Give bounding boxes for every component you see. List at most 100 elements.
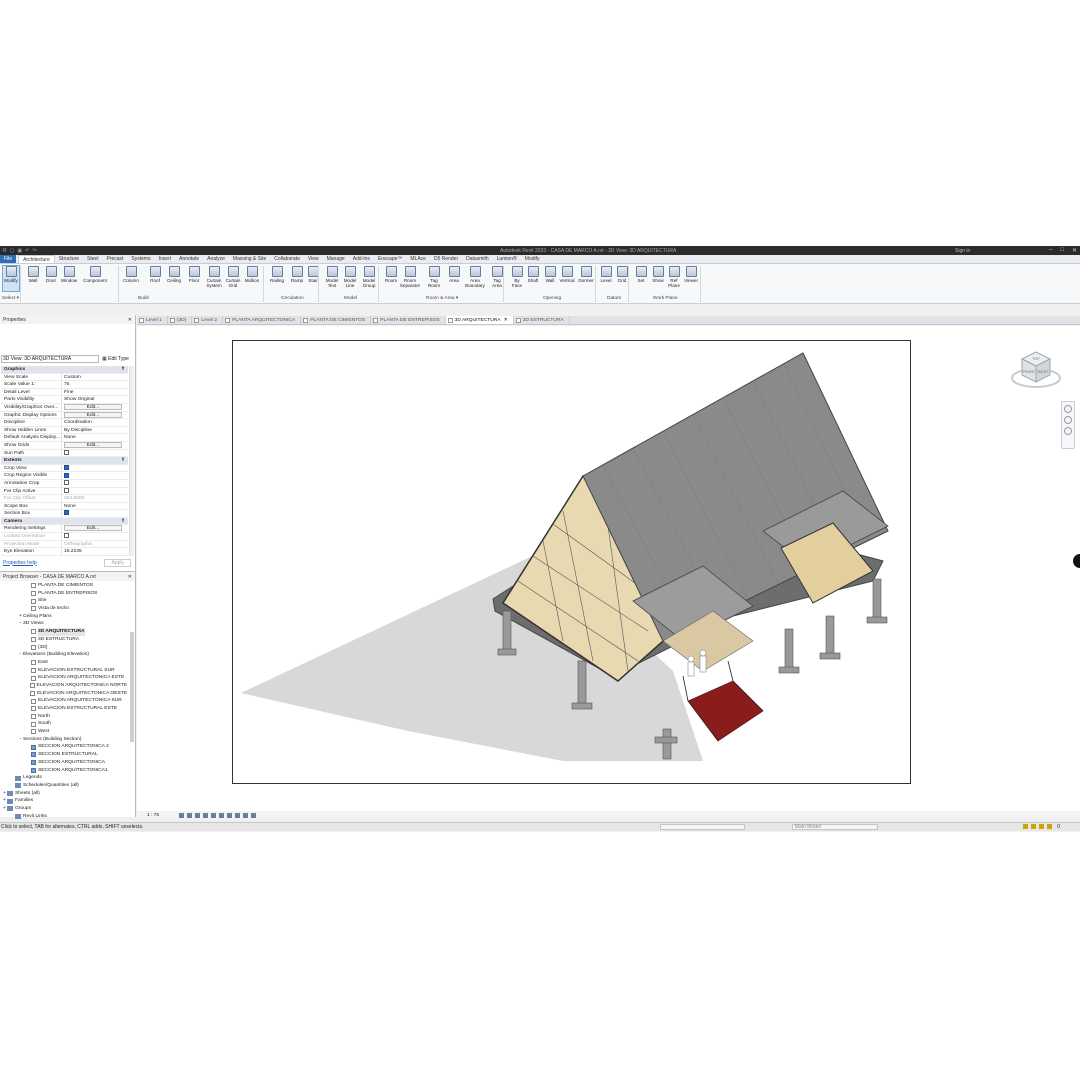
ribbon-button-ref-plane[interactable]: Ref Plane [665, 266, 683, 288]
edit-button[interactable]: Edit... [64, 403, 122, 410]
browser-scrollbar[interactable] [130, 632, 134, 742]
ribbon-group-label[interactable]: Build [138, 296, 149, 301]
type-selector[interactable]: 3D View: 3D ARQUITECTURA [1, 355, 99, 363]
browser-item[interactable]: SECCION ARQUITECTONICA 2 [2, 743, 127, 751]
ribbon-button-model-text[interactable]: Model Text [323, 266, 341, 288]
navigation-bar[interactable] [1061, 401, 1075, 449]
browser-item[interactable]: ELEVACION ARQUITECTONICA ESTE [2, 674, 127, 682]
property-value[interactable]: Fine [61, 388, 128, 396]
browser-item[interactable]: + Groups [2, 805, 127, 813]
property-value[interactable] [61, 510, 128, 517]
collapse-section-icon[interactable]: ⇑ [121, 457, 128, 464]
ribbon-button-room[interactable]: Room [382, 266, 400, 283]
select-underlay-icon[interactable] [1039, 824, 1044, 829]
sign-in-button[interactable]: Sign in [955, 248, 970, 254]
property-value[interactable]: Coordination [61, 419, 128, 426]
edit-type-button[interactable]: ▦ Edit Type [102, 355, 129, 363]
browser-item[interactable]: ELEVACION ARQUITECTONICA SUR [2, 697, 127, 705]
ribbon-tab-analyze[interactable]: Analyze [203, 255, 229, 263]
ribbon-button-ceiling[interactable]: Ceiling [165, 266, 183, 283]
ribbon-tab-lumion-[interactable]: Lumion® [493, 255, 521, 263]
view-tab-planta-de-entrepisos[interactable]: PLANTA DE ENTREPISOS [371, 316, 446, 324]
property-checkbox[interactable] [64, 487, 69, 493]
property-value[interactable] [61, 487, 128, 495]
view-tab-level-2[interactable]: Level 2 [192, 316, 224, 324]
property-value[interactable]: 75 [61, 381, 128, 388]
property-value[interactable]: Edit... [61, 403, 128, 411]
select-pinned-icon[interactable] [1047, 824, 1052, 829]
ribbon-tab-systems[interactable]: Systems [127, 255, 154, 263]
browser-item[interactable]: Schedules/Quantities (all) [2, 782, 127, 790]
ribbon-tab-modify[interactable]: Modify [521, 255, 544, 263]
browser-item[interactable]: {3D} [2, 644, 127, 652]
temporary-hide-icon[interactable] [243, 813, 249, 818]
property-checkbox[interactable] [64, 449, 69, 455]
ribbon-button-viewer[interactable]: Viewer [682, 266, 700, 283]
undo-icon[interactable]: ↶ [25, 248, 29, 254]
browser-item[interactable]: 3D ARQUITECTURA [2, 628, 127, 636]
ribbon-group-label[interactable]: Select ▾ [2, 296, 19, 301]
browser-item[interactable]: Vista de techo [2, 605, 127, 613]
lock-view-icon[interactable] [235, 813, 241, 818]
browser-item[interactable]: ELEVACION ESTRUCTURAL SUR [2, 667, 127, 675]
sun-path-icon[interactable] [195, 813, 201, 818]
render-icon[interactable] [211, 813, 217, 818]
browser-item[interactable]: − Sections (Building Section) [2, 736, 127, 744]
drawing-area[interactable]: TOP FRONT RIGHT [137, 326, 1080, 811]
ribbon-button-mullion[interactable]: Mullion [243, 266, 261, 283]
property-value[interactable]: Orthographic [61, 540, 128, 548]
open-icon[interactable]: ▢ [10, 248, 15, 254]
steering-wheel-icon[interactable] [1064, 405, 1072, 413]
ribbon-group-label[interactable]: Datum [607, 296, 621, 301]
property-value[interactable]: None [61, 434, 128, 441]
ribbon-button-dormer[interactable]: Dormer [577, 266, 595, 283]
ribbon-button-floor[interactable]: Floor [185, 266, 203, 283]
ribbon-button-component[interactable]: Component [83, 266, 107, 283]
ribbon-button-wall[interactable]: Wall [24, 266, 42, 283]
ribbon-button-area[interactable]: Area [445, 266, 463, 283]
browser-item[interactable]: PLANTA DE CIMIENTOS [2, 582, 127, 590]
select-links-icon[interactable] [1031, 824, 1036, 829]
browser-item[interactable]: − Elevations (Building Elevation) [2, 651, 127, 659]
edit-button[interactable]: Edit... [64, 525, 122, 532]
ribbon-button-wall[interactable]: Wall [541, 266, 559, 283]
ribbon-tab-structure[interactable]: Structure [55, 255, 83, 263]
browser-item[interactable]: 3D ESTRUCTURA [2, 636, 127, 644]
ribbon-button-area-boundary[interactable]: Area Boundary [465, 266, 485, 288]
close-icon[interactable]: ✕ [1072, 247, 1077, 254]
browser-item[interactable]: SECCION ARQUITECTONICA1 [2, 767, 127, 775]
property-checkbox[interactable] [64, 510, 69, 516]
ribbon-button-window[interactable]: Window [60, 266, 78, 283]
view-tab-3d-estructura[interactable]: 3D ESTRUCTURA [514, 316, 570, 324]
ribbon-button-roof[interactable]: Roof [146, 266, 164, 283]
close-tab-icon[interactable]: ✕ [504, 318, 508, 323]
ribbon-group-label[interactable]: Circulation [281, 296, 304, 301]
property-value[interactable]: Edit... [61, 411, 128, 419]
property-value[interactable]: Edit... [61, 525, 128, 533]
zoom-icon[interactable] [1064, 416, 1072, 424]
maximize-icon[interactable]: □ [1060, 247, 1064, 254]
browser-item[interactable]: West [2, 728, 127, 736]
view-tab-3d-arquitectura[interactable]: 3D ARQUITECTURA ✕ [445, 316, 514, 324]
ribbon-tab-datasmith[interactable]: Datasmith [462, 255, 493, 263]
property-checkbox[interactable] [64, 533, 69, 539]
ribbon-tab-steel[interactable]: Steel [83, 255, 102, 263]
property-value[interactable] [61, 533, 128, 540]
browser-item[interactable]: North [2, 713, 127, 721]
property-checkbox[interactable] [64, 480, 69, 486]
property-value[interactable]: 18.2235 [61, 548, 128, 555]
ribbon-button-set[interactable]: Set [632, 266, 650, 283]
browser-item[interactable]: East [2, 659, 127, 667]
browser-item[interactable]: −3D Views [2, 620, 127, 628]
ribbon-button-door[interactable]: Door [42, 266, 60, 283]
browser-item[interactable]: + Ceiling Plans [2, 613, 127, 621]
view-tab-level-1[interactable]: Level 1 [137, 316, 168, 324]
redo-icon[interactable]: ↷ [32, 248, 36, 254]
ribbon-button-model-group[interactable]: Model Group [360, 266, 378, 288]
property-value[interactable] [61, 464, 128, 472]
browser-close-icon[interactable]: ✕ [128, 574, 132, 580]
view-tab-planta-de-cimientos[interactable]: PLANTA DE CIMIENTOS [301, 316, 372, 324]
ribbon-button-model-line[interactable]: Model Line [341, 266, 359, 288]
ribbon-tab-d5-render[interactable]: D5 Render [430, 255, 462, 263]
browser-item[interactable]: PLANTA DE ENTREPISOS [2, 590, 127, 598]
